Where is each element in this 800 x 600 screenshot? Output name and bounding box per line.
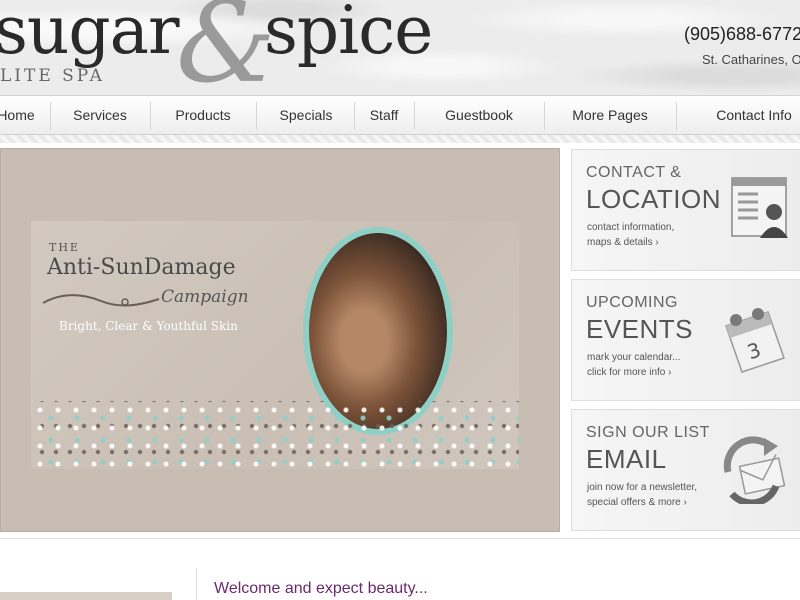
nav-item-specials[interactable]: Specials: [272, 96, 340, 134]
card-link[interactable]: click for more info ›: [587, 367, 671, 378]
nav-pattern-strip: [0, 135, 800, 143]
card-big-title: EVENTS: [586, 314, 694, 344]
upcoming-events-card[interactable]: UPCOMING EVENTS mark your calendar... cl…: [571, 279, 800, 401]
flourish-ornament: [42, 294, 160, 307]
campaign-title: Anti-SunDamage: [47, 255, 236, 280]
main-nav: Home Services Products Specials Staff Gu…: [0, 95, 800, 135]
logo-word-spice[interactable]: spice: [264, 0, 433, 69]
card-big-title: LOCATION: [586, 184, 721, 214]
card-link[interactable]: maps & details ›: [587, 237, 659, 248]
nav-item-services[interactable]: Services: [62, 96, 138, 134]
column-divider: [196, 568, 197, 600]
calendar-icon: 3: [725, 308, 785, 373]
logo-word-sugar[interactable]: sugar: [0, 0, 180, 69]
welcome-heading: Welcome and expect beauty...: [214, 580, 428, 597]
nav-separator: [414, 102, 415, 130]
email-icon: [723, 436, 786, 504]
card-description: contact information,: [587, 222, 675, 233]
nav-separator: [544, 102, 545, 130]
nav-item-more-pages[interactable]: More Pages: [568, 96, 652, 134]
card-link[interactable]: special offers & more ›: [587, 497, 687, 508]
card-big-title: EMAIL: [586, 444, 667, 474]
nav-item-home[interactable]: Home: [0, 96, 36, 134]
nav-separator: [354, 102, 355, 130]
logo-tagline: LITE SPA: [0, 66, 105, 86]
nav-item-products[interactable]: Products: [164, 96, 242, 134]
campaign-pre-title: THE: [49, 241, 80, 254]
city-location: St. Catharines, ON: [702, 52, 800, 67]
phone-number: (905)688-6772: [684, 24, 800, 44]
content-thumbnail: [0, 592, 172, 600]
card-small-title: SIGN OUR LIST: [586, 424, 710, 441]
hero-banner[interactable]: THE Anti-SunDamage Campaign Bright, Clea…: [0, 148, 560, 532]
card-description: join now for a newsletter,: [587, 482, 698, 493]
nav-separator: [676, 102, 677, 130]
dot-pattern: [31, 401, 519, 469]
site-header: sugar & spice LITE SPA (905)688-6772 St.…: [0, 0, 800, 95]
nav-item-guestbook[interactable]: Guestbook: [436, 96, 522, 134]
nav-separator: [50, 102, 51, 130]
nav-item-contact-info[interactable]: Contact Info: [708, 96, 800, 134]
nav-separator: [150, 102, 151, 130]
logo-ampersand: &: [176, 0, 276, 95]
contact-location-card[interactable]: CONTACT & LOCATION contact information, …: [571, 149, 800, 271]
nav-separator: [256, 102, 257, 130]
campaign-subtitle: Campaign: [161, 287, 249, 307]
contact-card-icon: [731, 177, 788, 238]
card-description: mark your calendar...: [587, 352, 681, 363]
card-small-title: UPCOMING: [586, 294, 678, 311]
nav-item-staff[interactable]: Staff: [362, 96, 406, 134]
section-divider: [0, 538, 800, 539]
campaign-panel: THE Anti-SunDamage Campaign Bright, Clea…: [31, 221, 519, 469]
campaign-tagline: Bright, Clear & Youthful Skin: [59, 319, 238, 333]
email-signup-card[interactable]: SIGN OUR LIST EMAIL join now for a newsl…: [571, 409, 800, 531]
card-small-title: CONTACT &: [586, 164, 682, 181]
